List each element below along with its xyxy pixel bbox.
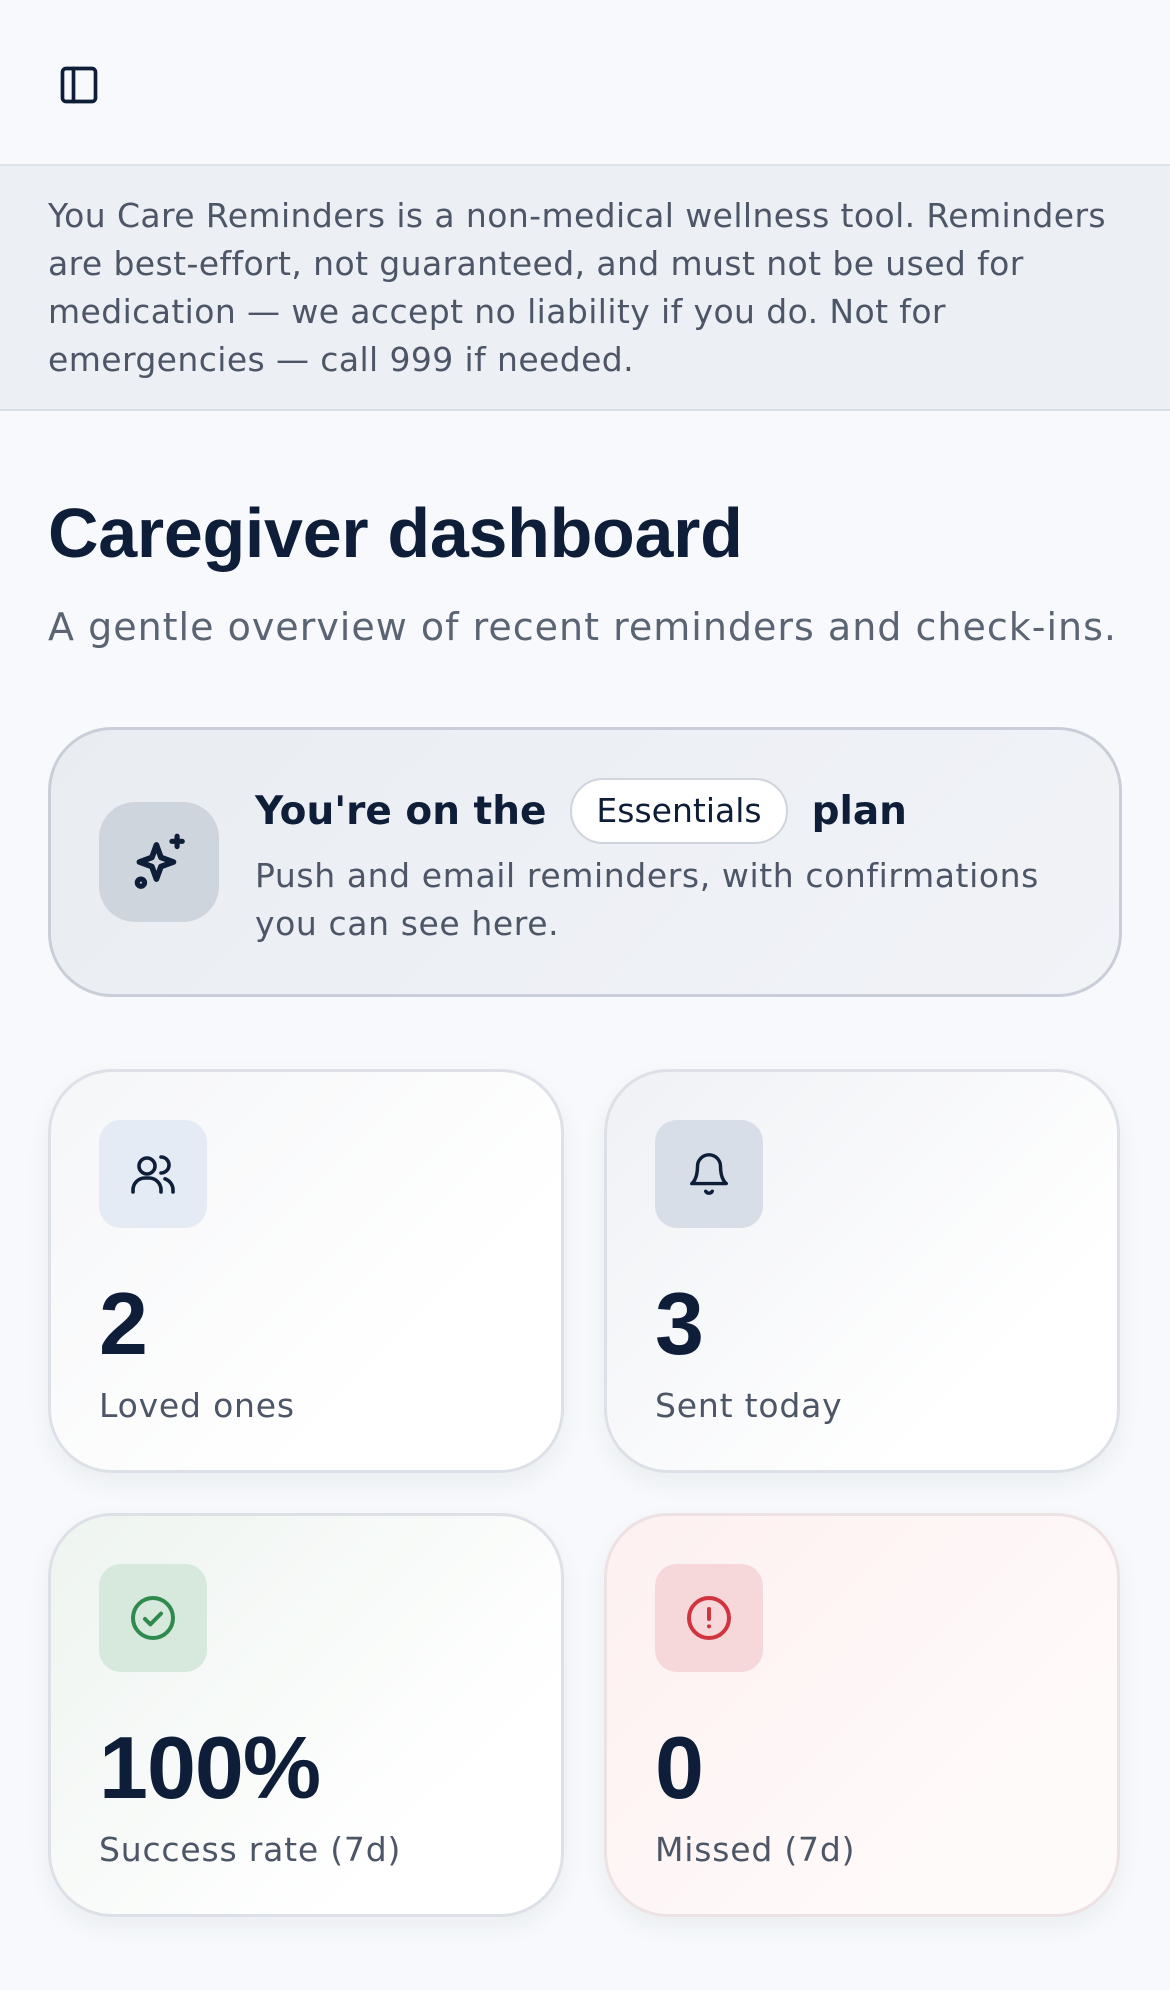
stat-card-missed: 0 Missed (7d) bbox=[604, 1513, 1120, 1917]
check-circle-icon bbox=[131, 1596, 175, 1640]
stat-icon-container bbox=[655, 1564, 763, 1672]
stat-label: Sent today bbox=[655, 1386, 843, 1425]
stat-card-loved-ones: 2 Loved ones bbox=[48, 1069, 564, 1473]
users-icon bbox=[131, 1155, 175, 1194]
sparkles-icon bbox=[134, 833, 185, 889]
disclaimer-notice: You Care Reminders is a non-medical well… bbox=[0, 166, 1170, 411]
stat-label: Missed (7d) bbox=[655, 1830, 856, 1869]
alert-circle-icon bbox=[687, 1596, 731, 1640]
disclaimer-text: You Care Reminders is a non-medical well… bbox=[48, 196, 1107, 379]
stat-value: 2 bbox=[99, 1274, 148, 1373]
stat-icon-container bbox=[655, 1120, 763, 1228]
stat-label: Loved ones bbox=[99, 1386, 295, 1425]
stat-label: Success rate (7d) bbox=[99, 1830, 402, 1869]
plan-card: You're on the Essentials plan Push and e… bbox=[48, 727, 1122, 997]
stat-icon-container bbox=[99, 1120, 207, 1228]
sidebar-toggle-button[interactable] bbox=[48, 58, 110, 112]
bell-icon bbox=[690, 1153, 728, 1195]
stats-grid: 2 Loved ones 3 Sent today 100% Success r bbox=[48, 1069, 1122, 1917]
top-bar bbox=[0, 0, 1170, 166]
plan-heading: You're on the Essentials plan bbox=[255, 778, 1085, 844]
stat-value: 0 bbox=[655, 1718, 704, 1817]
page-title: Caregiver dashboard bbox=[48, 494, 743, 572]
plan-name-badge: Essentials bbox=[570, 778, 788, 844]
plan-description: Push and email reminders, with confirmat… bbox=[255, 856, 1039, 943]
stat-icon-container bbox=[99, 1564, 207, 1672]
plan-heading-prefix: You're on the bbox=[255, 788, 547, 834]
sidebar-panel-icon bbox=[60, 66, 98, 104]
main-content: Caregiver dashboard A gentle overview of… bbox=[0, 493, 1170, 1917]
page-subtitle: A gentle overview of recent reminders an… bbox=[48, 605, 1117, 649]
stat-card-success-rate: 100% Success rate (7d) bbox=[48, 1513, 564, 1917]
stat-card-sent-today: 3 Sent today bbox=[604, 1069, 1120, 1473]
plan-text: You're on the Essentials plan Push and e… bbox=[255, 778, 1085, 948]
stat-value: 100% bbox=[99, 1718, 321, 1817]
plan-icon-container bbox=[99, 802, 219, 922]
plan-heading-suffix: plan bbox=[811, 788, 907, 834]
stat-value: 3 bbox=[655, 1274, 704, 1373]
